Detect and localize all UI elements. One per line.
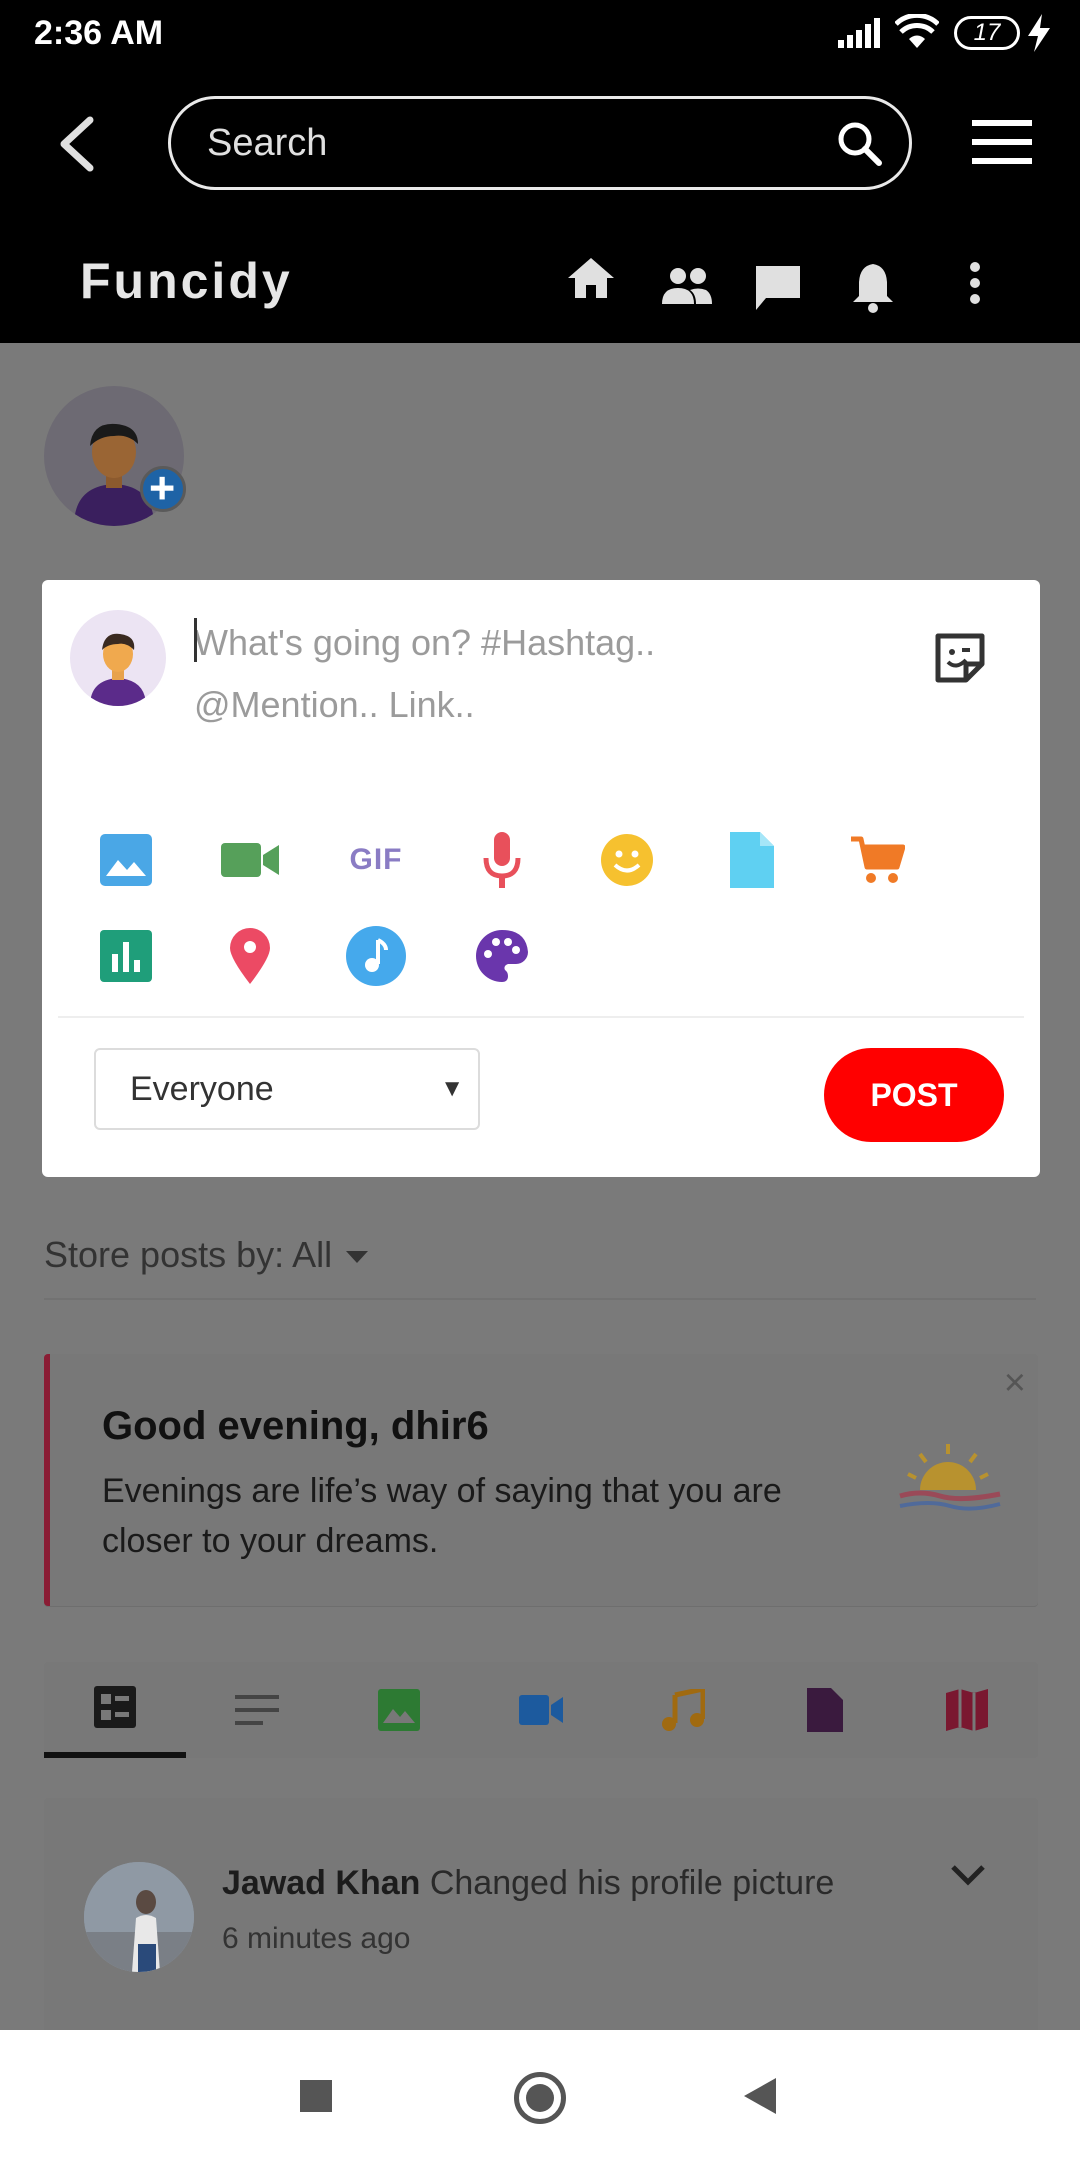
system-navigation-bar	[0, 2030, 1080, 2160]
more-options-icon[interactable]	[968, 262, 982, 304]
post-filter-tabs	[44, 1662, 1038, 1758]
image-icon	[100, 834, 152, 886]
file-icon	[730, 832, 774, 888]
composer-divider	[58, 1016, 1024, 1018]
photos-icon	[378, 1689, 420, 1731]
post-composer: GIF	[42, 580, 1040, 1177]
tab-maps[interactable]	[896, 1662, 1038, 1758]
sort-posts-dropdown[interactable]: Store posts by: All	[44, 1234, 369, 1276]
tab-photos[interactable]	[328, 1662, 470, 1758]
app-logo[interactable]: Funcidy	[80, 252, 293, 310]
signal-icon	[838, 18, 880, 48]
sort-divider	[44, 1298, 1036, 1300]
emoji-icon	[601, 834, 653, 886]
chevron-down-icon[interactable]	[950, 1864, 986, 1886]
sell-product-button[interactable]	[846, 828, 910, 892]
poll-button[interactable]	[94, 924, 158, 988]
post-author-avatar[interactable]	[84, 1862, 194, 1972]
post-author-name[interactable]: Jawad Khan	[222, 1864, 420, 1902]
maps-icon	[946, 1689, 988, 1731]
emoji-button[interactable]	[595, 828, 659, 892]
status-bar: 2:36 AM 17	[0, 0, 1080, 68]
feed-post: Jawad Khan Changed his profile picture 6…	[44, 1798, 1038, 2058]
videos-icon	[519, 1695, 563, 1725]
all-posts-icon	[94, 1686, 136, 1728]
search-icon[interactable]	[835, 119, 885, 169]
files-icon	[807, 1688, 843, 1732]
dropdown-arrow-icon: ▼	[440, 1075, 464, 1102]
music-upload-button[interactable]	[344, 924, 408, 988]
post-headline: Jawad Khan Changed his profile picture	[222, 1864, 834, 1903]
music-icon	[346, 926, 406, 986]
status-time: 2:36 AM	[34, 14, 164, 52]
text-icon	[235, 1695, 279, 1725]
greeting-title: Good evening, dhir6	[102, 1404, 489, 1448]
colored-post-button[interactable]	[470, 924, 534, 988]
charging-icon	[1028, 14, 1050, 52]
messages-icon[interactable]	[754, 264, 802, 312]
post-button[interactable]: POST	[824, 1048, 1004, 1142]
notifications-bell-icon[interactable]	[852, 262, 894, 314]
add-story-plus-icon[interactable]	[140, 466, 186, 512]
user-avatar-icon	[90, 633, 146, 706]
wifi-icon	[895, 14, 939, 48]
microphone-icon	[483, 832, 521, 888]
profile-photo	[84, 1862, 194, 1972]
file-upload-button[interactable]	[720, 828, 784, 892]
friends-icon[interactable]	[660, 266, 714, 306]
palette-icon	[476, 930, 528, 982]
voice-record-button[interactable]	[470, 828, 534, 892]
video-upload-button[interactable]	[218, 828, 282, 892]
image-upload-button[interactable]	[94, 828, 158, 892]
home-icon[interactable]	[566, 256, 616, 300]
post-timestamp[interactable]: 6 minutes ago	[222, 1922, 410, 1956]
greeting-message: Evenings are life’s way of saying that y…	[102, 1472, 782, 1560]
video-icon	[221, 843, 279, 877]
close-greeting-icon[interactable]: ×	[1004, 1362, 1026, 1405]
search-bar[interactable]	[168, 96, 912, 190]
sunset-icon	[899, 1444, 1001, 1511]
tab-all[interactable]	[44, 1662, 186, 1758]
poll-icon	[100, 930, 152, 982]
greeting-card: Good evening, dhir6 Evenings are life’s …	[44, 1354, 1038, 1606]
recent-apps-button[interactable]	[300, 2080, 332, 2112]
search-input[interactable]	[207, 113, 767, 173]
tab-music[interactable]	[612, 1662, 754, 1758]
caret-down-icon	[346, 1251, 369, 1264]
gif-button[interactable]: GIF	[344, 828, 408, 892]
location-icon	[230, 928, 270, 984]
home-button[interactable]	[514, 2072, 566, 2124]
tab-text[interactable]	[186, 1662, 328, 1758]
hamburger-menu-icon[interactable]	[970, 118, 1034, 166]
post-text-input[interactable]	[194, 612, 854, 762]
back-arrow-icon[interactable]	[52, 114, 102, 174]
privacy-selected-value: Everyone	[130, 1070, 274, 1108]
post-action: Changed his profile picture	[429, 1864, 835, 1902]
tab-videos[interactable]	[470, 1662, 612, 1758]
cart-icon	[851, 836, 905, 883]
battery-indicator: 17	[954, 16, 1020, 50]
music-icon	[662, 1689, 705, 1731]
location-button[interactable]	[218, 924, 282, 988]
sticker-icon[interactable]	[932, 630, 988, 686]
text-cursor	[194, 618, 197, 662]
sort-label: Store posts by: All	[44, 1234, 333, 1275]
tab-files[interactable]	[754, 1662, 896, 1758]
composer-avatar	[70, 610, 166, 706]
privacy-select[interactable]: Everyone ▼	[94, 1048, 480, 1130]
back-button[interactable]	[744, 2078, 776, 2114]
